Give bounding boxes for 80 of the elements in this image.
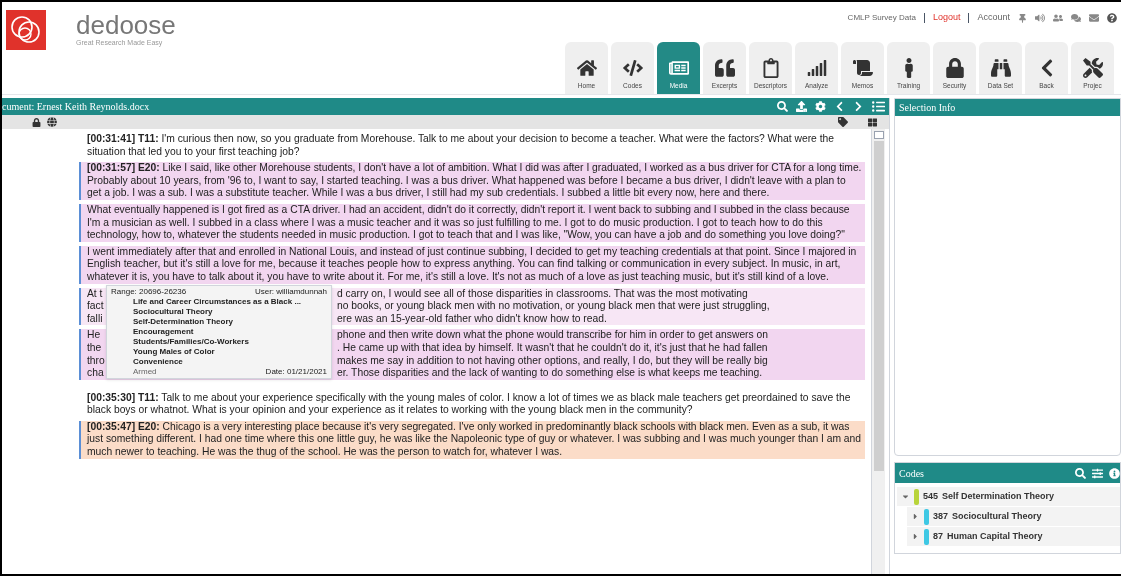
code-tree-item[interactable]: 545 Self Determination Theory <box>897 487 1120 507</box>
upload-icon[interactable] <box>796 101 807 112</box>
panel-title: Codes <box>899 466 924 481</box>
code-count: 87 <box>933 529 943 543</box>
transcript-turn: [00:31:41] T11: I'm curious then now, so you graduate from Morehouse. Talk to me about your decision to become a teacher. What were the factors? What were the situation that led you to your first teaching job? <box>86 133 835 159</box>
transcript-fragment: falli <box>87 312 104 326</box>
code-tree-item[interactable]: 387 Sociocultural Theory <box>907 507 1120 527</box>
transcript-fragment: . He came up with that idea by himself. It wasn't that he couldn't do it, it's just that he had fallen <box>337 341 768 355</box>
logout-link[interactable]: Logout <box>932 11 961 25</box>
collapsed-caret-icon[interactable] <box>911 532 920 541</box>
code-name: Students/Families/Co-Workers <box>132 336 250 347</box>
tools-icon <box>1082 58 1103 78</box>
transcript-fragment: phone and then write down what the phone would transcribe for him in order to get answers on <box>337 329 768 342</box>
transcript-turn: [00:31:57] E20: Like I said, like other Morehouse students, I don't have a lot of ambition. What I did was after I graduated, I worked as a bus driver for CTA for a long time. Probably about 10 years, from '96 to, I want to say, I started teaching. I was a bus driver. What happened was before I became a bus driver, I didn't leave with a plan to get a job. I was a sub. I was a substitute teacher. While I was a bus driver, I still had my sub credentials. I subbed a little bit every now, here and there. <box>79 162 865 200</box>
transcript-fragment: no books, or young black men with no motivation, or young black men that were just struggling, <box>337 300 770 313</box>
scrollbar[interactable] <box>871 129 885 574</box>
code-name: Convenience <box>132 356 184 367</box>
lock-icon <box>944 58 965 78</box>
panel-title: Selection Info <box>899 101 956 115</box>
code-count: 545 <box>923 489 939 503</box>
user-label: User: williamdunnah <box>254 286 327 297</box>
expanded-caret-icon[interactable] <box>901 492 910 501</box>
mail-icon[interactable] <box>1089 13 1099 23</box>
transcript-fragment: fact <box>87 300 105 313</box>
transcript-fragment: thro <box>87 354 106 368</box>
collapsed-caret-icon[interactable] <box>911 512 920 521</box>
next-icon[interactable] <box>853 101 864 112</box>
transcript-fragment: er. Those disparities and the lack of wanting to do something else is what keeps me teaching. <box>337 367 763 380</box>
transcript-fragment: ere was an 15-year-old father who didn't know how to read. <box>337 312 607 326</box>
transcript-fragment: makes me say in addition to not having other options, and really, I do, but they will be really big <box>337 354 768 368</box>
transcript-fragment: cha <box>87 367 105 380</box>
transcript-fragment: the <box>87 341 103 355</box>
code-tree-item[interactable]: 87 Human Capital Theory <box>907 527 1120 547</box>
code-label: Self Determination Theory <box>942 489 1055 503</box>
code-name: Sociocultural Theory <box>132 306 214 317</box>
logo-icon <box>6 10 46 50</box>
binoculars-icon <box>990 58 1011 78</box>
transcript-paragraph: I went immediately after that and enrolled in National Louis, and instead of just continue subbing, I decided to get my teaching credentials at that point. Since I majored in English teacher, but it's still a love for me, because it teaches people how to express anything. You can find talking or communication in every subject. In music, in art, whatever it is, you have to talk about it, you have to write about it. For me, it's still a love. It's not as much of a love as just teaching music, but it's still kind of a love. <box>79 245 865 284</box>
code-icon <box>622 58 643 78</box>
code-name: Life and Career Circumstances as a Black ... <box>132 296 303 307</box>
scroll-icon <box>852 58 873 78</box>
date-label: Date: 01/21/2021 <box>265 366 327 377</box>
code-count: 387 <box>933 509 949 523</box>
transcript-paragraph: What eventually happened is I got fired as a CTA driver. I had an accident, didn't do it correctly, didn't report it. I went back to subbing and I subbed in the class because I'm a musician as well. I subbed in a class where I was a music teacher and it was so just fulfilling to me. I got to do music production. I got to teach how to do this technology, how to, whatever the students needed in music production. I got to teach that and I was like, "Wow, you can have a job and do something you love doing?" <box>79 203 865 242</box>
code-name: Young Males of Color <box>132 346 216 357</box>
code-label: Sociocultural Theory <box>952 509 1042 523</box>
transcript-fragment: At t <box>87 287 104 301</box>
list-icon[interactable] <box>872 100 885 113</box>
code-label: Human Capital Theory <box>947 529 1043 543</box>
settings-icon[interactable] <box>815 101 826 112</box>
account-link[interactable]: Account <box>977 11 1010 25</box>
project-name: CMLP Survey Data <box>847 12 916 24</box>
chat-icon[interactable] <box>1071 13 1081 23</box>
search-icon[interactable] <box>777 101 788 112</box>
info-icon[interactable] <box>1109 467 1120 479</box>
range-label: Range: 20696-26236 <box>111 286 187 297</box>
quote-icon <box>714 58 735 78</box>
help-icon[interactable] <box>1107 13 1117 23</box>
speaker-icon[interactable] <box>1035 13 1045 23</box>
grid-icon[interactable] <box>868 117 877 127</box>
transcript-turn: [00:35:30] T11: Talk to me about your experience specifically with the young males of color. I know a lot of times we as black male teachers get preordained to save the black boys or whatnot. What is your opinion and your experience as it relates to working with the young black men in the community? <box>86 391 852 417</box>
document-title: cument: Ernest Keith Reynolds.docx <box>2 100 150 114</box>
code-name: Self-Determination Theory <box>132 316 234 327</box>
tag-icon[interactable] <box>838 117 848 127</box>
brand-name: dedoose <box>76 12 176 38</box>
status-label: Armed <box>132 366 157 377</box>
globe-icon[interactable] <box>47 117 57 127</box>
transcript-fragment: d carry on, I would see all of those disparities in classrooms. That was the most motivating <box>337 287 748 301</box>
users-icon[interactable] <box>1053 13 1063 23</box>
lock-icon[interactable] <box>32 117 41 127</box>
filter-icon[interactable] <box>1092 467 1103 479</box>
transcript-turn: [00:35:47] E20: Chicago is a very interesting place because it's very segregated. I've only worked in predominantly black schools with black men. Even as a sub, it was just something different. I had one time where this one little guy, he was like the Napoleonic type of guy or whatever. I was subbing and I was much younger than I am and much newer to teaching. He was the thug of the school. He was the person to watch for, whatever I was. <box>79 420 865 459</box>
bar-chart-icon <box>806 58 827 78</box>
search-icon[interactable] <box>1075 467 1086 479</box>
transcript-fragment: He <box>87 329 102 342</box>
newspaper-icon <box>668 58 689 78</box>
home-icon <box>576 58 597 78</box>
code-name: Encouragement <box>132 326 195 337</box>
previous-icon[interactable] <box>834 101 845 112</box>
pin-icon[interactable] <box>1018 13 1027 23</box>
